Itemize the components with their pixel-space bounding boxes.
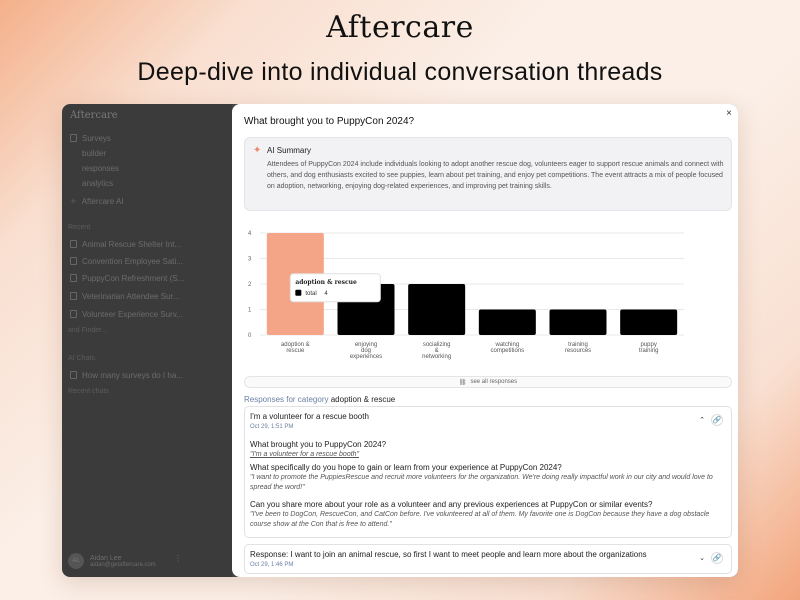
tagline: Deep-dive into individual conversation t…	[137, 58, 663, 86]
recent-survey-item[interactable]: Convention Employee Sati...	[70, 255, 183, 267]
sidebar-item-responses[interactable]: responses	[82, 162, 119, 174]
link-icon: ⛓	[458, 379, 467, 386]
document-icon	[70, 292, 77, 300]
response-detail-panel: × What brought you to PuppyCon 2024? ✦ A…	[232, 104, 738, 577]
response-date: Oct 29, 1:46 PM	[250, 562, 294, 568]
sidebar-item-analytics[interactable]: analytics	[82, 177, 113, 189]
brand-logo: Aftercare	[326, 10, 474, 45]
qa-answer: "I've been to DogCon, RescueCon, and Cat…	[250, 511, 710, 528]
sidebar: Aftercare Surveys builder responses anal…	[62, 104, 232, 577]
x-tick-label: rescue	[286, 348, 305, 354]
recent-survey-item[interactable]: Animal Rescue Shelter Int...	[70, 238, 181, 250]
x-tick-label: competitions	[490, 348, 524, 354]
ai-chat-label: How many surveys do I ha...	[82, 370, 183, 380]
responses-category-name: adoption & rescue	[330, 395, 396, 404]
qa-answer: "I want to promote the PuppiesRescue and…	[250, 474, 713, 491]
ai-summary-box: ✦ AI Summary Attendees of PuppyCon 2024 …	[244, 137, 732, 211]
recent-heading: Recent	[68, 224, 91, 231]
more-options-icon[interactable]: ⋮	[174, 554, 182, 563]
y-tick-label: 4	[248, 231, 252, 237]
y-tick-label: 3	[248, 257, 252, 263]
ai-summary-text: Attendees of PuppyCon 2024 include indiv…	[267, 161, 724, 190]
x-tick-label: experiences	[350, 354, 382, 360]
document-icon	[70, 134, 77, 142]
response-title: I'm a volunteer for a rescue booth	[250, 412, 369, 421]
document-icon	[70, 371, 77, 379]
avatar: AL	[68, 553, 84, 569]
question-title: What brought you to PuppyCon 2024?	[244, 116, 415, 127]
ai-summary-heading: AI Summary	[267, 146, 312, 155]
y-tick-label: 0	[248, 333, 252, 339]
x-tick-label: training	[639, 348, 659, 354]
recent-survey-label: Volunteer Experience Surv...	[82, 309, 183, 319]
see-all-label: see all responses	[470, 379, 518, 385]
sidebar-item-label: Aftercare AI	[81, 196, 124, 206]
response-card[interactable]: Response: I want to join an animal rescu…	[244, 544, 732, 574]
tooltip-series: total	[305, 291, 316, 297]
x-tick-label: resources	[565, 348, 591, 354]
app-window: Aftercare Surveys builder responses anal…	[62, 104, 738, 577]
y-tick-label: 2	[248, 282, 252, 288]
recent-survey-label: PuppyCon Refreshment (S...	[82, 273, 185, 283]
sidebar-item-surveys[interactable]: Surveys	[70, 132, 111, 144]
sparkle-icon: ✧	[70, 196, 77, 206]
ai-chat-item[interactable]: How many surveys do I ha...	[70, 369, 183, 381]
link-icon[interactable]: 🔗	[711, 552, 723, 564]
qa-question: What brought you to PuppyCon 2024?	[250, 440, 387, 449]
response-title: Response: I want to join an animal rescu…	[250, 550, 647, 559]
recent-survey-label: Convention Employee Sati...	[82, 256, 183, 266]
sparkle-icon: ✦	[253, 145, 262, 156]
tooltip-title: adoption & rescue	[295, 279, 357, 286]
recent-survey-item[interactable]: PuppyCon Refreshment (S...	[70, 272, 184, 284]
chevron-up-icon[interactable]: ⌃	[699, 416, 705, 424]
chevron-down-icon[interactable]: ⌄	[699, 554, 705, 562]
chart-svg: 01234adoption &rescueenjoyingdogexperien…	[248, 231, 684, 360]
close-icon[interactable]: ×	[726, 108, 732, 119]
qa-question: Can you share more about your role as a …	[250, 500, 653, 509]
see-all-responses-button[interactable]: ⛓ see all responses	[244, 376, 732, 388]
response-date: Oct 29, 1:51 PM	[250, 424, 294, 430]
recent-survey-label: Animal Rescue Shelter Int...	[82, 239, 182, 249]
qa-pair: What brought you to PuppyCon 2024? "I'm …	[250, 439, 720, 460]
responses-label-prefix: Responses for category	[244, 395, 329, 404]
tooltip-swatch	[295, 289, 302, 296]
sidebar-item-builder[interactable]: builder	[82, 147, 106, 159]
user-name: Aidan Lee	[90, 554, 122, 562]
user-profile[interactable]: AL Aidan Lee aidan@getaftercare.com	[68, 553, 156, 569]
recent-chats-link[interactable]: Recent chats	[68, 388, 109, 395]
x-tick-label: networking	[422, 354, 451, 360]
qa-question: What specifically do you hope to gain or…	[250, 463, 562, 472]
recent-survey-label: Veterinarian Attendee Sur...	[82, 291, 180, 301]
bar	[478, 309, 536, 335]
qa-answer: "I'm a volunteer for a rescue booth"	[250, 451, 360, 458]
sidebar-item-label: Surveys	[82, 133, 111, 143]
category-bar-chart: 0 1 2 3 4 adoption & rescue enjoying dog experien…	[232, 222, 738, 362]
bar	[549, 309, 607, 335]
qa-pair: Can you share more about your role as a …	[250, 499, 720, 530]
recent-survey-item[interactable]: Veterinarian Attendee Sur...	[70, 290, 179, 302]
document-icon	[70, 257, 77, 265]
user-email: aidan@getaftercare.com	[90, 561, 156, 568]
recent-survey-item[interactable]: Volunteer Experience Surv...	[70, 308, 183, 320]
find-more-link[interactable]: and Finder...	[68, 327, 107, 334]
sidebar-logo: Aftercare	[70, 110, 118, 121]
document-icon	[70, 310, 77, 318]
document-icon	[70, 274, 77, 282]
document-icon	[70, 240, 77, 248]
qa-pair: What specifically do you hope to gain or…	[250, 462, 720, 493]
link-icon[interactable]: 🔗	[711, 414, 723, 426]
y-tick-label: 1	[248, 308, 252, 314]
response-card[interactable]: I'm a volunteer for a rescue booth Oct 2…	[244, 406, 732, 538]
bar	[408, 284, 466, 335]
ai-chats-heading: AI Chats	[68, 355, 95, 362]
sidebar-item-aftercare-ai[interactable]: ✧ Aftercare AI	[70, 195, 124, 207]
bar	[620, 309, 678, 335]
responses-category-label: Responses for category adoption & rescue	[244, 395, 395, 404]
